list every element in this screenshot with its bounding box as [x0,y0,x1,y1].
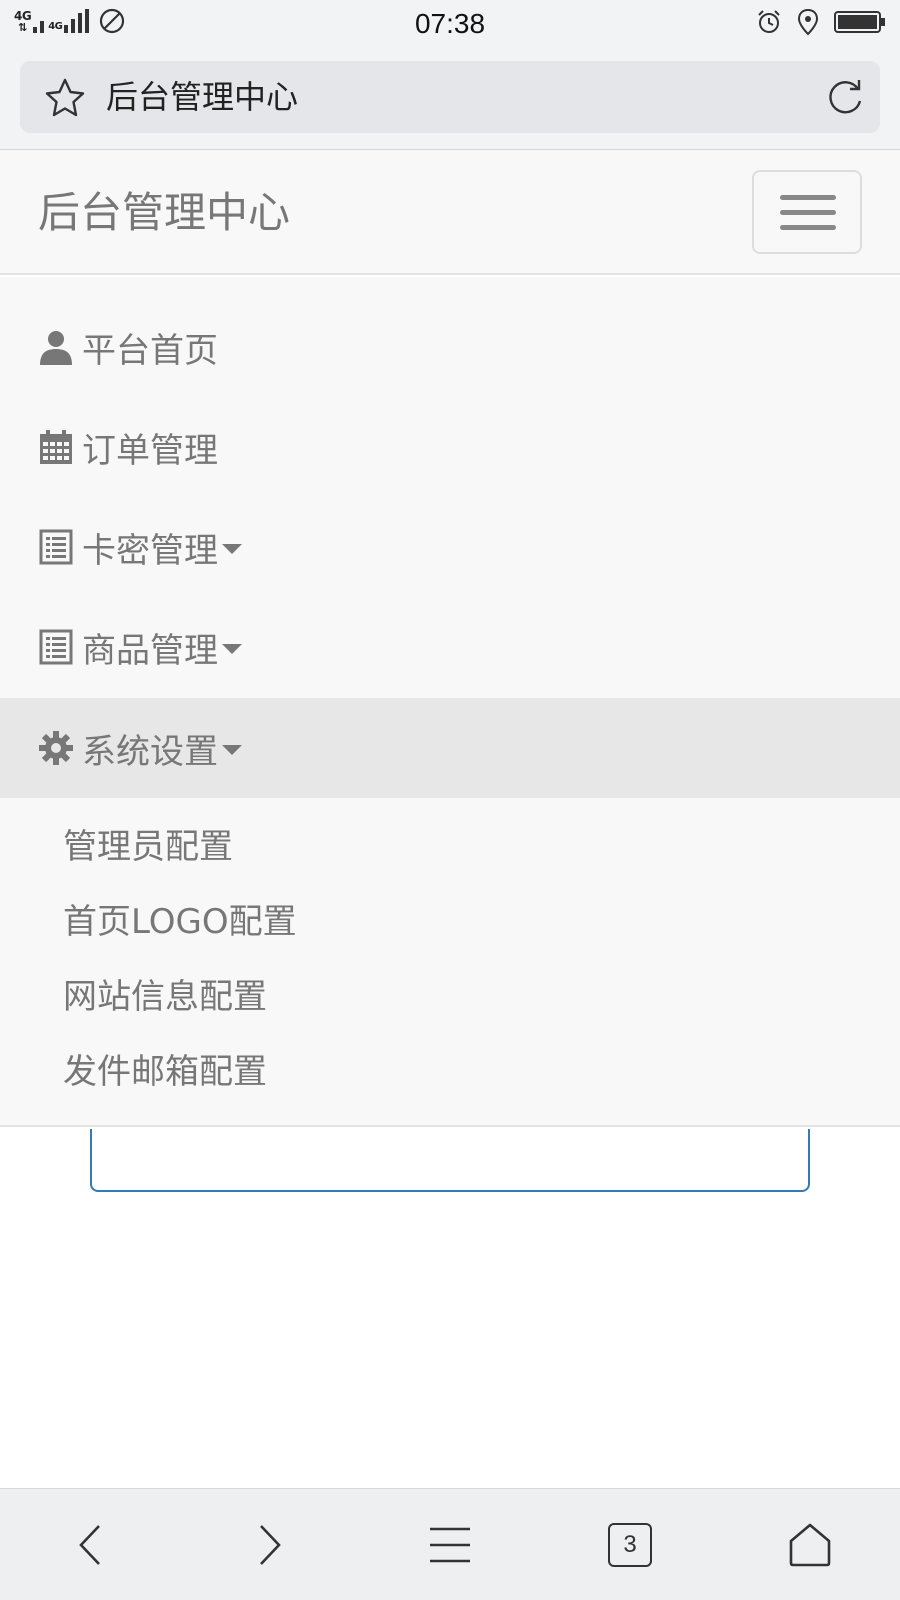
address-bar[interactable]: 后台管理中心 [20,61,880,133]
content-input-box[interactable] [90,1129,810,1192]
alarm-icon [758,10,780,33]
nav-menu: 平台首页 订单管理 卡密管理 商品管理 系统设置 管理员配置 首页LOGO配置 … [0,277,900,1127]
caret-down-icon [222,644,242,654]
caret-down-icon [222,745,242,755]
hamburger-bar [780,225,836,230]
chevron-left-icon [79,1525,100,1565]
navbar: 后台管理中心 [0,150,900,275]
navbar-brand[interactable]: 后台管理中心 [38,150,290,275]
status-right [756,8,886,36]
menu-item-label: 平台首页 [82,330,218,371]
browser-bottom-bar: 3 [0,1488,900,1600]
submenu-item-mailbox-config[interactable]: 发件邮箱配置 [63,1035,267,1110]
gear-icon [38,730,74,766]
menu-item-label: 商品管理 [82,630,218,671]
menu-icon [430,1527,470,1563]
menu-item-cards[interactable]: 卡密管理 [0,497,900,597]
location-icon [797,8,819,36]
menu-item-label: 卡密管理 [82,530,218,571]
address-title[interactable]: 后台管理中心 [106,61,298,133]
star-icon[interactable] [44,77,86,119]
caret-down-icon [222,544,242,554]
tab-count: 3 [608,1523,652,1567]
forward-button[interactable] [180,1489,360,1600]
hamburger-bar [780,195,836,200]
reload-icon[interactable] [824,77,866,119]
menu-item-products[interactable]: 商品管理 [0,597,900,697]
hamburger-bar [780,210,836,215]
tabs-button[interactable]: 3 [540,1489,720,1600]
navbar-toggle-button[interactable] [752,170,862,254]
list-icon [38,629,74,665]
calendar-icon [38,429,74,465]
menu-item-home[interactable]: 平台首页 [0,297,900,397]
chevron-right-icon [260,1525,281,1565]
menu-item-orders[interactable]: 订单管理 [0,397,900,497]
browser-address-area: 后台管理中心 [0,46,900,150]
menu-button[interactable] [360,1489,540,1600]
list-icon [38,529,74,565]
home-button[interactable] [720,1489,900,1600]
submenu-item-site-info-config[interactable]: 网站信息配置 [63,960,267,1035]
menu-item-settings[interactable]: 系统设置 [0,698,900,798]
menu-item-label: 系统设置 [82,731,218,772]
back-button[interactable] [0,1489,180,1600]
menu-item-label: 订单管理 [82,430,218,471]
submenu-item-logo-config[interactable]: 首页LOGO配置 [63,885,297,960]
submenu-item-admin-config[interactable]: 管理员配置 [63,810,233,885]
home-icon [789,1523,831,1567]
battery-icon [834,11,885,33]
user-icon [38,329,74,365]
status-bar: 4G ⇅ 4G 07:38 [0,0,900,46]
